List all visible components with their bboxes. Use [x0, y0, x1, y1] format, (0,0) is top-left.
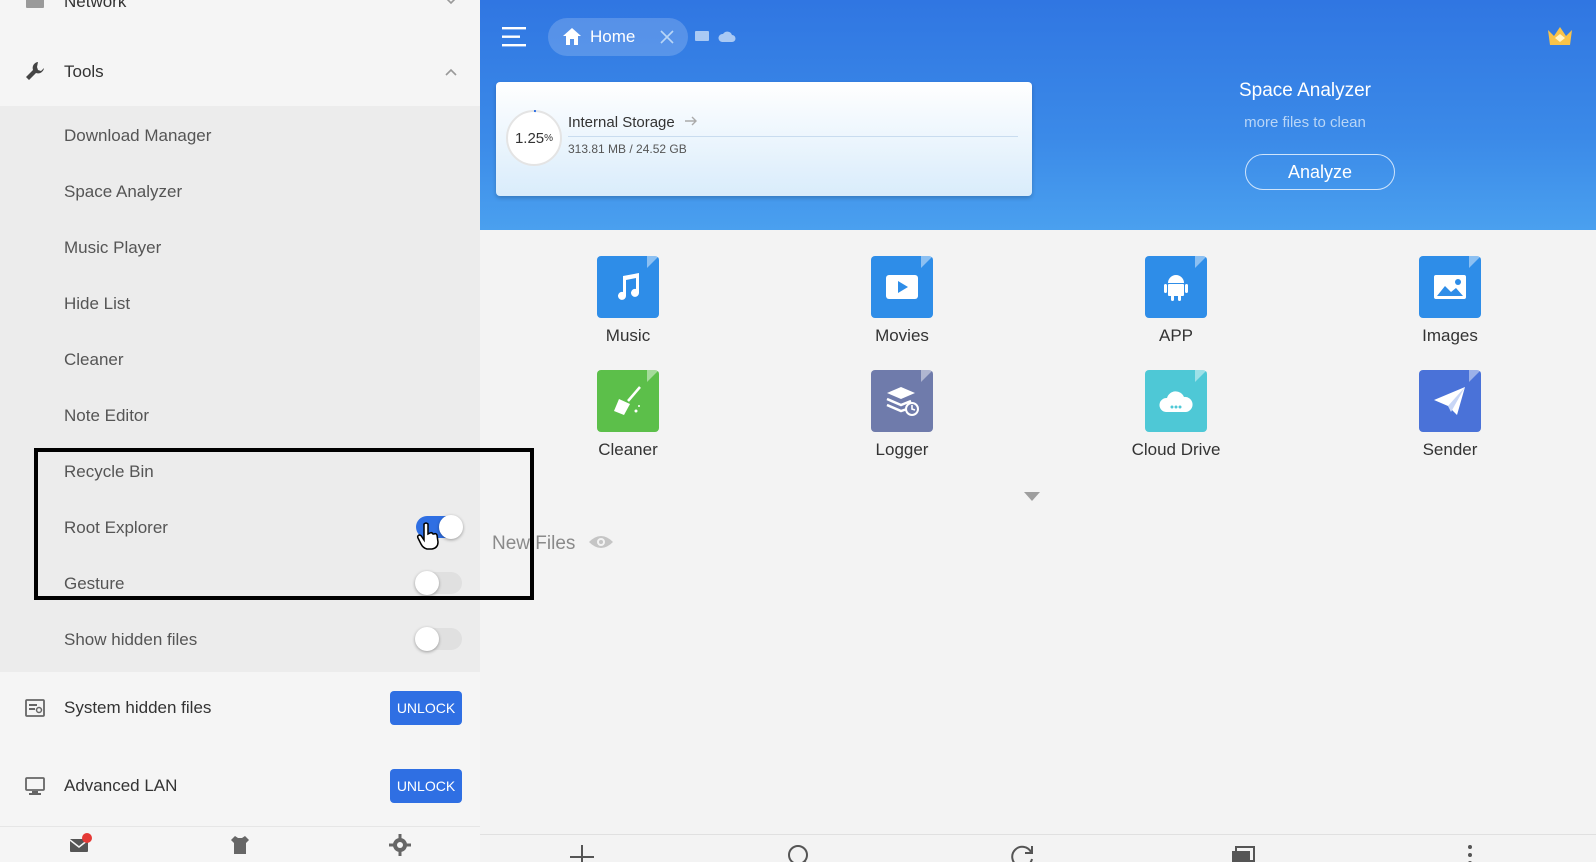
sidebar-item-recycle-bin[interactable]: Recycle Bin [64, 462, 154, 482]
toggle-knob [415, 627, 439, 651]
chevron-up-icon [444, 65, 458, 79]
sidebar-item-root-explorer[interactable]: Root Explorer [64, 518, 168, 538]
crown-icon[interactable] [1546, 24, 1574, 48]
paper-plane-icon [1419, 370, 1481, 432]
android-icon [1145, 256, 1207, 318]
sidebar-item-network[interactable]: Network [0, 0, 480, 16]
play-icon [871, 256, 933, 318]
analyze-button[interactable]: Analyze [1245, 154, 1395, 190]
sidebar-item-music-player[interactable]: Music Player [64, 238, 161, 258]
windows-icon[interactable] [1230, 843, 1258, 862]
tools-submenu: Download Manager Space Analyzer Music Pl… [0, 106, 480, 672]
sidebar-item-show-hidden-files[interactable]: Show hidden files [64, 630, 197, 650]
storage-size: 313.81 MB / 24.52 GB [568, 142, 687, 156]
space-analyzer-subtitle: more files to clean [1244, 114, 1366, 131]
hand-cursor-icon [416, 522, 440, 555]
header: Home 1.25% Internal Storage 313.81 MB / … [480, 0, 1596, 230]
expand-caret-icon[interactable] [1024, 492, 1040, 501]
tab-home[interactable]: Home [548, 18, 688, 56]
sidebar-item-tools[interactable]: Tools [0, 52, 480, 92]
arrow-right-icon [684, 114, 698, 132]
close-icon[interactable] [660, 30, 674, 49]
category-label: Logger [875, 440, 929, 459]
wrench-icon [24, 60, 46, 82]
gesture-toggle[interactable] [415, 571, 462, 595]
home-icon [562, 27, 582, 51]
sidebar-item-system-hidden-files[interactable]: System hidden files UNLOCK [0, 688, 480, 728]
sidebar-item-label: Network [64, 0, 127, 11]
app-window: Network Tools Download Manager Space Ana… [0, 0, 1596, 862]
cloud-icon [1145, 370, 1207, 432]
sidebar-item-download-manager[interactable]: Download Manager [64, 126, 211, 146]
refresh-icon[interactable] [1008, 843, 1036, 862]
sidebar-item-hide-list[interactable]: Hide List [64, 294, 130, 314]
add-icon[interactable] [568, 843, 596, 862]
sidebar-item-space-analyzer[interactable]: Space Analyzer [64, 182, 182, 202]
space-analyzer-title: Space Analyzer [1238, 80, 1372, 101]
category-movies[interactable]: Movies [842, 256, 962, 346]
chat-icon[interactable] [694, 30, 710, 49]
main-panel: Home 1.25% Internal Storage 313.81 MB / … [480, 0, 1596, 862]
sidebar-item-note-editor[interactable]: Note Editor [64, 406, 149, 426]
category-label: APP [1158, 326, 1194, 345]
category-label: Music [605, 326, 651, 345]
category-label: Movies [875, 326, 929, 345]
layers-clock-icon [871, 370, 933, 432]
new-files-title: New Files [492, 533, 576, 554]
sidebar-item-label: Advanced LAN [64, 776, 178, 795]
bottom-toolbar [480, 834, 1596, 862]
toggle-knob [439, 515, 463, 539]
image-icon [1419, 256, 1481, 318]
chevron-down-icon [444, 0, 458, 8]
category-images[interactable]: Images [1390, 256, 1510, 346]
usage-arc [506, 110, 562, 166]
cloud-icon[interactable] [718, 30, 736, 49]
storage-title: Internal Storage [568, 114, 675, 131]
sidebar-item-label: System hidden files [64, 698, 212, 717]
category-sender[interactable]: Sender [1390, 370, 1510, 460]
storage-divider [568, 136, 1018, 137]
category-music[interactable]: Music [568, 256, 688, 346]
mail-icon[interactable] [68, 833, 92, 857]
lan-monitor-icon [24, 775, 46, 797]
tab-label: Home [590, 27, 636, 46]
sidebar-item-gesture[interactable]: Gesture [64, 574, 124, 594]
category-app[interactable]: APP [1116, 256, 1236, 346]
category-label: Sender [1422, 440, 1478, 459]
storage-usage-ring: 1.25% [506, 110, 562, 166]
toggle-knob [415, 571, 439, 595]
sidebar-bottom-bar [0, 826, 480, 862]
category-logger[interactable]: Logger [842, 370, 962, 460]
category-label: Images [1422, 326, 1478, 345]
category-cleaner[interactable]: Cleaner [568, 370, 688, 460]
sidebar-item-cleaner[interactable]: Cleaner [64, 350, 124, 370]
network-icon [24, 0, 46, 14]
broom-icon [597, 370, 659, 432]
music-note-icon [597, 256, 659, 318]
eye-icon[interactable] [588, 533, 614, 551]
search-icon[interactable] [786, 843, 814, 862]
category-label: Cleaner [598, 440, 658, 459]
show-hidden-files-toggle[interactable] [415, 627, 462, 651]
unlock-system-hidden-button[interactable]: UNLOCK [390, 691, 462, 725]
storage-card[interactable]: 1.25% Internal Storage 313.81 MB / 24.52… [496, 82, 1032, 196]
menu-icon[interactable] [502, 26, 528, 48]
category-cloud-drive[interactable]: Cloud Drive [1116, 370, 1236, 460]
category-label: Cloud Drive [1131, 440, 1221, 459]
sidebar: Network Tools Download Manager Space Ana… [0, 0, 480, 862]
shirt-icon[interactable] [228, 833, 252, 857]
sidebar-item-label: Tools [64, 62, 104, 81]
unlock-advanced-lan-button[interactable]: UNLOCK [390, 769, 462, 803]
more-vertical-icon[interactable] [1456, 843, 1484, 862]
sidebar-item-advanced-lan[interactable]: Advanced LAN UNLOCK [0, 766, 480, 806]
system-files-icon [24, 697, 46, 719]
gear-icon[interactable] [388, 833, 412, 857]
